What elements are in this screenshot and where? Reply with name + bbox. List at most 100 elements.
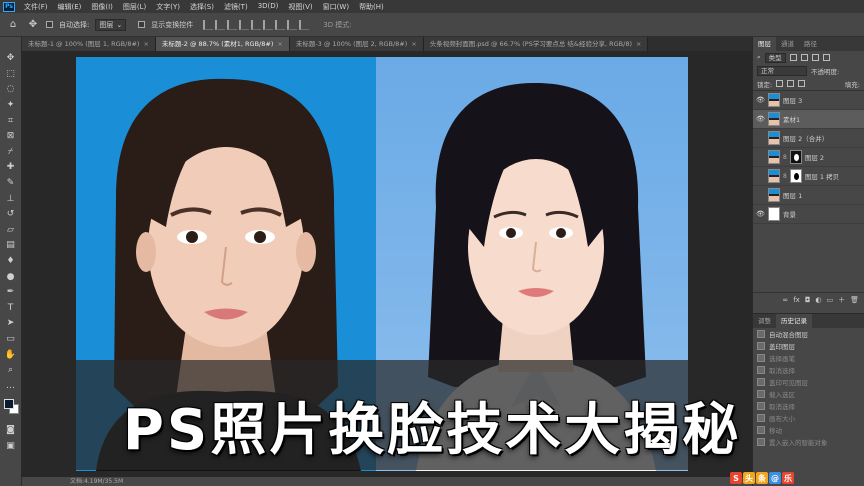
pen-tool-icon[interactable]: ✒	[3, 285, 19, 300]
blur-tool-icon[interactable]: ♦	[3, 254, 19, 269]
layer-mask-thumbnail[interactable]	[789, 150, 802, 164]
layer-row[interactable]: 图层 1	[753, 186, 864, 205]
history-item[interactable]: 选择画笔	[753, 352, 864, 364]
filter-shape-icon[interactable]	[822, 54, 830, 61]
eyedropper-icon[interactable]: ⌿	[3, 145, 19, 160]
menu-item[interactable]: 窗口(W)	[318, 2, 354, 12]
filter-pixel-icon[interactable]	[789, 54, 797, 61]
show-transform-checkbox[interactable]	[138, 21, 146, 28]
history-item[interactable]: 自动混合图层	[753, 328, 864, 340]
layer-row[interactable]: 👁 素材1	[753, 110, 864, 129]
menu-item[interactable]: 视图(V)	[283, 2, 317, 12]
history-state-icon	[757, 354, 765, 362]
menu-item[interactable]: 帮助(H)	[354, 2, 389, 12]
move-tool-icon[interactable]: ✥	[26, 18, 40, 32]
rectangle-tool-icon[interactable]: ▭	[3, 332, 19, 347]
panel-tab[interactable]: 通道	[776, 37, 799, 51]
brush-tool-icon[interactable]: ✎	[3, 176, 19, 191]
document-tab[interactable]: 头条视频封面图.psd @ 66.7% (PS学习要点总 结&经验分享, RGB…	[423, 37, 649, 51]
healing-brush-icon[interactable]: ✚	[3, 160, 19, 175]
menu-item[interactable]: 选择(S)	[185, 2, 219, 12]
hand-tool-icon[interactable]: ✋	[3, 347, 19, 362]
panel-tab[interactable]: 图层	[753, 37, 776, 51]
filter-adjust-icon[interactable]	[800, 54, 808, 61]
auto-select-checkbox[interactable]	[46, 21, 53, 28]
history-brush-icon[interactable]: ↺	[3, 207, 19, 222]
folder-icon[interactable]: ▭	[826, 296, 833, 304]
menu-item[interactable]: 图像(I)	[86, 2, 118, 12]
chain-link-icon[interactable]: 8	[783, 173, 787, 180]
visibility-eye-icon[interactable]: 👁	[756, 210, 765, 218]
auto-select-dropdown[interactable]: 图层 ⌄	[95, 18, 127, 31]
home-icon[interactable]: ⌂	[6, 18, 20, 32]
zoom-tool-icon[interactable]: ⌕	[3, 363, 19, 378]
layer-row[interactable]: 8 图层 1 拷贝	[753, 167, 864, 186]
align-left-icon[interactable]	[203, 19, 214, 30]
menu-item[interactable]: 文字(Y)	[151, 2, 185, 12]
clone-stamp-icon[interactable]: ⊥	[3, 191, 19, 206]
dodge-tool-icon[interactable]: ●	[3, 269, 19, 284]
lock-all-icon[interactable]	[798, 80, 806, 87]
fx-icon[interactable]: fx	[793, 296, 800, 304]
visibility-eye-icon[interactable]: 👁	[756, 115, 765, 123]
status-bar: 文档:4.19M/35.5M	[22, 477, 752, 486]
history-item[interactable]: 盖印图层	[753, 340, 864, 352]
distribute-h-icon[interactable]	[287, 19, 298, 30]
lock-pixels-icon[interactable]	[776, 80, 784, 87]
align-middle-icon[interactable]	[251, 19, 262, 30]
panel-tab[interactable]: 调整	[753, 314, 776, 328]
trash-icon[interactable]: 🗑	[850, 296, 859, 304]
marquee-tool-icon[interactable]: ⬚	[3, 67, 19, 82]
menu-item[interactable]: 编辑(E)	[53, 2, 87, 12]
frame-tool-icon[interactable]: ⊠	[3, 129, 19, 144]
distribute-v-icon[interactable]	[299, 19, 310, 30]
blend-mode-select[interactable]: 正常	[757, 65, 807, 76]
panel-tab[interactable]: 路径	[799, 37, 822, 51]
mask-icon[interactable]: ◘	[805, 296, 811, 304]
document-tab[interactable]: 未标题-2 @ 88.7% (素材1, RGB/8#) ×	[155, 37, 290, 51]
adjustment-icon[interactable]: ◐	[815, 296, 821, 304]
menu-item[interactable]: 3D(D)	[253, 2, 284, 12]
align-center-icon[interactable]	[215, 19, 226, 30]
eraser-icon[interactable]: ▱	[3, 223, 19, 238]
layer-row[interactable]: 8 图层 2	[753, 148, 864, 167]
close-icon[interactable]: ×	[636, 40, 641, 48]
close-icon[interactable]: ×	[411, 40, 416, 48]
search-icon: ⌕	[757, 53, 761, 61]
distribute-icon[interactable]	[275, 19, 286, 30]
crop-tool-icon[interactable]: ⌗	[3, 113, 19, 128]
magic-wand-icon[interactable]: ✦	[3, 98, 19, 113]
panel-tab[interactable]: 历史记录	[776, 314, 812, 328]
menu-item[interactable]: 图层(L)	[118, 2, 151, 12]
layer-row[interactable]: 👁 背景	[753, 205, 864, 224]
align-right-icon[interactable]	[227, 19, 238, 30]
visibility-eye-icon[interactable]: 👁	[756, 96, 765, 104]
menu-item[interactable]: 文件(F)	[19, 2, 53, 12]
document-tab[interactable]: 未标题-1 @ 100% (图层 1, RGB/8#) ×	[22, 37, 156, 51]
layer-kind-select[interactable]: 类型	[764, 52, 786, 63]
gradient-tool-icon[interactable]: ▤	[3, 238, 19, 253]
layer-row[interactable]: 图层 2（合并）	[753, 129, 864, 148]
align-bottom-icon[interactable]	[263, 19, 274, 30]
layer-mask-thumbnail[interactable]	[789, 169, 802, 183]
document-tab-label: 未标题-1 @ 100% (图层 1, RGB/8#)	[28, 40, 140, 48]
close-icon[interactable]: ×	[143, 40, 148, 48]
document-tab-label: 未标题-2 @ 88.7% (素材1, RGB/8#)	[161, 40, 274, 48]
menu-item[interactable]: 滤镜(T)	[219, 2, 253, 12]
layer-row[interactable]: 👁 图层 3	[753, 91, 864, 110]
align-top-icon[interactable]	[239, 19, 250, 30]
chain-link-icon[interactable]: 8	[783, 154, 787, 161]
foreground-color[interactable]	[3, 399, 14, 410]
lock-position-icon[interactable]	[787, 80, 795, 87]
type-tool-icon[interactable]: T	[3, 301, 19, 316]
new-layer-icon[interactable]: ＋	[838, 295, 845, 305]
path-select-icon[interactable]: ➤	[3, 316, 19, 331]
filter-type-icon[interactable]	[811, 54, 819, 61]
document-tab[interactable]: 未标题-3 @ 100% (图层 2, RGB/8#) ×	[289, 37, 424, 51]
watermark-glyph: S	[730, 472, 742, 484]
move-tool-icon[interactable]: ✥	[3, 51, 19, 66]
link-icon[interactable]: ∞	[782, 296, 788, 304]
lasso-tool-icon[interactable]: ◌	[3, 82, 19, 97]
history-item[interactable]: 取消选择	[753, 364, 864, 376]
close-icon[interactable]: ×	[277, 40, 282, 48]
